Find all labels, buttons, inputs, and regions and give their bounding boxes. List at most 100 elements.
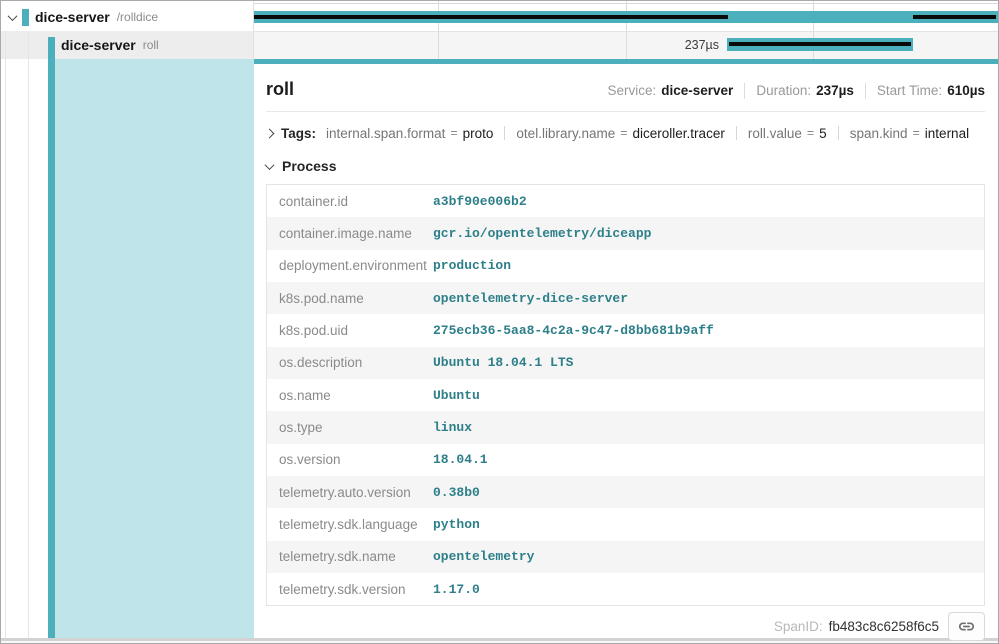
row-value: 18.04.1 [433, 452, 488, 467]
row-key: telemetry.sdk.language [267, 517, 433, 532]
span-color-chip [22, 9, 29, 26]
spanid-label: SpanID: [774, 619, 823, 634]
table-row: k8s.pod.uid 275ecb36-5aa8-4c2a-9c47-d8bb… [267, 314, 984, 346]
tag-value: diceroller.tracer [633, 126, 725, 141]
row-value: 1.17.0 [433, 582, 480, 597]
start-time-label: Start Time: [877, 83, 942, 98]
spanid-value: fb483c8c6258f6c5 [829, 619, 939, 634]
span-detail-panel: roll Service: dice-server Duration: 237µ… [254, 59, 999, 638]
span-service-name: dice-server [35, 9, 110, 25]
tag-value: internal [925, 126, 969, 141]
timeline-gridline [438, 1, 439, 59]
process-key-value-table: container.id a3bf90e006b2 container.imag… [266, 184, 985, 606]
table-row: deployment.environment production [267, 250, 984, 282]
chevron-down-icon[interactable] [8, 11, 18, 21]
timeline-ruler-line [254, 3, 998, 4]
service-label: Service: [607, 83, 656, 98]
row-key: telemetry.sdk.version [267, 582, 433, 597]
table-row: telemetry.sdk.language python [267, 508, 984, 540]
start-time-value: 610µs [947, 83, 985, 98]
table-row: os.version 18.04.1 [267, 444, 984, 476]
duration-value: 237µs [816, 83, 854, 98]
tag-item: otel.library.name = diceroller.tracer [516, 126, 724, 141]
row-key: telemetry.auto.version [267, 485, 433, 500]
header-divider [266, 111, 985, 112]
row-key: os.description [267, 355, 433, 370]
selected-span-color-rail [48, 37, 55, 638]
span-stats: Service: dice-server Duration: 237µs Sta… [607, 83, 985, 99]
span-duration-label: 237µs [521, 31, 719, 59]
span-bar-rolldice[interactable] [254, 11, 998, 23]
tag-item: span.kind = internal [850, 126, 969, 141]
tag-item: internal.span.format = proto [326, 126, 493, 141]
equals-sign: = [807, 126, 814, 140]
table-row: telemetry.sdk.name opentelemetry [267, 541, 984, 573]
equals-sign: = [912, 126, 919, 140]
table-row: telemetry.sdk.version 1.17.0 [267, 573, 984, 605]
jaeger-span-detail-view: dice-server /rolldice dice-server roll 2… [0, 0, 999, 644]
row-value: opentelemetry [433, 549, 534, 564]
name-column-border [253, 1, 254, 59]
row-key: deployment.environment [267, 258, 433, 273]
table-row: container.image.name gcr.io/opentelemetr… [267, 217, 984, 249]
span-row-roll[interactable]: dice-server roll [1, 31, 253, 59]
detail-footer: SpanID: fb483c8c6258f6c5 [266, 606, 985, 644]
tree-indent-guide [5, 31, 6, 638]
tag-item: roll.value = 5 [748, 126, 827, 141]
table-row: os.type linux [267, 411, 984, 443]
tag-key: span.kind [850, 126, 908, 141]
row-key: k8s.pod.uid [267, 323, 433, 338]
row-value: a3bf90e006b2 [433, 194, 527, 209]
link-icon [958, 618, 975, 635]
span-title: roll [266, 79, 294, 100]
tag-value: 5 [819, 126, 827, 141]
detail-row-highlight [55, 59, 254, 638]
row-value: gcr.io/opentelemetry/diceapp [433, 226, 651, 241]
service-value: dice-server [661, 83, 733, 98]
process-accordion[interactable]: Process [266, 155, 985, 177]
row-value: opentelemetry-dice-server [433, 291, 628, 306]
row-key: container.image.name [267, 226, 433, 241]
detail-header: roll Service: dice-server Duration: 237µ… [266, 64, 985, 100]
tree-indent-guide [28, 31, 29, 638]
table-row: telemetry.auto.version 0.38b0 [267, 476, 984, 508]
row-key: os.name [267, 388, 433, 403]
span-self-time-segment [254, 15, 728, 19]
span-operation-name: roll [143, 38, 159, 52]
row-value: 275ecb36-5aa8-4c2a-9c47-d8bb681b9aff [433, 323, 714, 338]
row-value: Ubuntu [433, 388, 480, 403]
row-value: python [433, 517, 480, 532]
row-value: linux [433, 420, 472, 435]
divider [736, 126, 737, 140]
chevron-down-icon [265, 160, 275, 170]
equals-sign: = [620, 126, 627, 140]
table-row: os.name Ubuntu [267, 379, 984, 411]
row-value: 0.38b0 [433, 485, 480, 500]
copy-span-link-button[interactable] [948, 612, 985, 641]
row-value: production [433, 258, 511, 273]
row-key: os.version [267, 452, 433, 467]
span-self-time-segment [729, 42, 911, 46]
table-row: container.id a3bf90e006b2 [267, 185, 984, 217]
row-key: telemetry.sdk.name [267, 549, 433, 564]
tag-key: roll.value [748, 126, 802, 141]
row-key: k8s.pod.name [267, 291, 433, 306]
table-row: k8s.pod.name opentelemetry-dice-server [267, 282, 984, 314]
divider [838, 126, 839, 140]
tag-key: internal.span.format [326, 126, 445, 141]
span-bar-roll[interactable] [727, 38, 913, 51]
row-value: Ubuntu 18.04.1 LTS [433, 355, 573, 370]
span-row-rolldice[interactable]: dice-server /rolldice [1, 3, 253, 31]
tag-value: proto [463, 126, 494, 141]
tags-accordion[interactable]: Tags: internal.span.format = proto otel.… [266, 121, 985, 145]
divider [504, 126, 505, 140]
equals-sign: = [450, 126, 457, 140]
span-service-name: dice-server [61, 37, 136, 53]
tags-header: Tags: [281, 126, 316, 141]
row-key: os.type [267, 420, 433, 435]
chevron-right-icon [265, 128, 275, 138]
divider [744, 83, 745, 99]
duration-label: Duration: [756, 83, 811, 98]
span-operation-name: /rolldice [117, 10, 158, 24]
divider [865, 83, 866, 99]
